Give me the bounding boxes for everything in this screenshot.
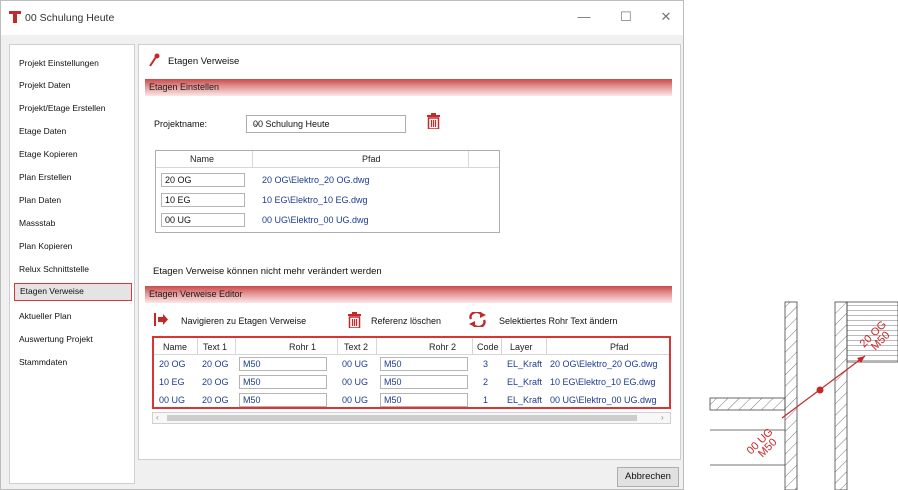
section-etagen-verweise-editor: Etagen Verweise Editor <box>145 286 672 303</box>
swap-icon[interactable] <box>468 312 487 327</box>
app-logo-icon <box>9 11 21 23</box>
sidebar-item-etage-kopieren[interactable]: Etage Kopieren <box>14 145 132 163</box>
ref-text2: 00 UG <box>342 377 369 387</box>
trash-icon[interactable] <box>348 312 361 328</box>
app-window: 00 Schulung Heute — ☐ ✕ Projekt Einstell… <box>0 0 684 490</box>
arrow-right-icon[interactable] <box>154 313 169 326</box>
ref-path: 00 UG\Elektro_00 UG.dwg <box>550 395 657 405</box>
floor-name-input[interactable]: 00 UG <box>161 213 245 227</box>
section-title: Etagen Einstellen <box>149 82 220 92</box>
sidebar-item-projekt-einstellungen[interactable]: Projekt Einstellungen <box>14 54 132 72</box>
column-header-layer: Layer <box>510 342 533 352</box>
ref-text1: 20 OG <box>202 377 229 387</box>
sidebar-item-relux-schnittstelle[interactable]: Relux Schnittstelle <box>14 260 132 278</box>
floor-path: 00 UG\Elektro_00 UG.dwg <box>262 215 369 225</box>
rohr2-input[interactable]: M50 <box>380 357 468 371</box>
cancel-button[interactable]: Abbrechen <box>617 467 679 487</box>
main-panel: Etagen Verweise Etagen Einstellen Projek… <box>138 44 681 460</box>
sidebar-item-massstab[interactable]: Massstab <box>14 214 132 232</box>
ref-name: 20 OG <box>159 359 186 369</box>
sidebar-item-stammdaten[interactable]: Stammdaten <box>14 353 132 371</box>
sidebar-item-plan-erstellen[interactable]: Plan Erstellen <box>14 168 132 186</box>
ref-name: 00 UG <box>159 395 186 405</box>
change-text-button[interactable]: Selektiertes Rohr Text ändern <box>499 316 617 326</box>
ref-code: 3 <box>483 359 489 369</box>
rohr2-input[interactable]: M50 <box>380 393 468 407</box>
rohr1-input[interactable]: M50 <box>239 357 327 371</box>
ref-path: 10 EG\Elektro_10 EG.dwg <box>550 377 656 387</box>
ref-layer: EL_Kraft <box>507 359 543 369</box>
sidebar-item-aktueller-plan[interactable]: Aktueller Plan <box>14 307 132 325</box>
ref-text2: 00 UG <box>342 395 369 405</box>
section-title: Etagen Verweise Editor <box>149 289 243 299</box>
title-bar: 00 Schulung Heute — ☐ ✕ <box>1 1 683 35</box>
sidebar-item-plan-kopieren[interactable]: Plan Kopieren <box>14 237 132 255</box>
sidebar-item-etage-daten[interactable]: Etage Daten <box>14 122 132 140</box>
trash-icon[interactable] <box>427 113 440 129</box>
column-header-name: Name <box>190 154 215 164</box>
sidebar-item-plan-daten[interactable]: Plan Daten <box>14 191 132 209</box>
navigate-button[interactable]: Navigieren zu Etagen Verweise <box>181 316 306 326</box>
close-button[interactable]: ✕ <box>651 7 681 27</box>
column-header-text1: Text 1 <box>203 342 228 352</box>
floors-table: Name Pfad 20 OG 20 OG\Elektro_20 OG.dwg … <box>155 150 500 233</box>
cad-drawing-preview: 20 OG M50 00 UG M50 <box>709 301 898 490</box>
rohr1-input[interactable]: M50 <box>239 393 327 407</box>
rohr2-input[interactable]: M50 <box>380 375 468 389</box>
scrollbar-thumb[interactable] <box>167 415 637 421</box>
info-text: Etagen Verweise können nicht mehr veränd… <box>153 266 382 277</box>
ref-text1: 20 OG <box>202 359 229 369</box>
rohr1-input[interactable]: M50 <box>239 375 327 389</box>
scroll-right-icon[interactable]: › <box>661 413 664 422</box>
ref-name: 10 EG <box>159 377 185 387</box>
sidebar-item-etagen-verweise[interactable]: Etagen Verweise <box>14 283 132 301</box>
references-table: Name Text 1 Rohr 1 Text 2 Rohr 2 Code La… <box>152 336 671 409</box>
page-title: Etagen Verweise <box>168 56 240 67</box>
ref-layer: EL_Kraft <box>507 377 543 387</box>
sidebar-item-auswertung-projekt[interactable]: Auswertung Projekt <box>14 330 132 348</box>
wall-right <box>834 301 848 490</box>
ref-text1: 20 OG <box>202 395 229 405</box>
chevron-down-icon: ⌄ <box>253 119 260 128</box>
horizontal-scrollbar[interactable]: ‹ › <box>152 412 671 424</box>
pin-icon <box>149 53 160 67</box>
window-title: 00 Schulung Heute <box>25 12 115 24</box>
wall-left <box>784 301 798 490</box>
column-header-text2: Text 2 <box>344 342 369 352</box>
column-header-pfad: Pfad <box>362 154 381 164</box>
pipe-node <box>816 386 824 394</box>
ref-text2: 00 UG <box>342 359 369 369</box>
maximize-button[interactable]: ☐ <box>611 7 641 27</box>
ref-code: 1 <box>483 395 489 405</box>
sidebar-item-projekt-daten[interactable]: Projekt Daten <box>14 76 132 94</box>
scroll-left-icon[interactable]: ‹ <box>156 413 159 422</box>
floor-name-input[interactable]: 10 EG <box>161 193 245 207</box>
column-header-code: Code <box>477 342 499 352</box>
floor-path: 20 OG\Elektro_20 OG.dwg <box>262 175 370 185</box>
floor-path: 10 EG\Elektro_10 EG.dwg <box>262 195 368 205</box>
column-header-rohr1: Rohr 1 <box>289 342 317 352</box>
delete-reference-button[interactable]: Referenz löschen <box>371 316 441 326</box>
projektname-label: Projektname: <box>154 119 208 129</box>
wall-horizontal <box>709 397 786 411</box>
sidebar-item-projekt-etage-erstellen[interactable]: Projekt/Etage Erstellen <box>14 99 132 117</box>
section-etagen-einstellen: Etagen Einstellen <box>145 79 672 96</box>
floor-name-input[interactable]: 20 OG <box>161 173 245 187</box>
minimize-button[interactable]: — <box>569 7 599 27</box>
column-header-pfad: Pfad <box>610 342 629 352</box>
column-header-name: Name <box>163 342 188 352</box>
ref-code: 2 <box>483 377 489 387</box>
ref-layer: EL_Kraft <box>507 395 543 405</box>
column-header-rohr2: Rohr 2 <box>429 342 457 352</box>
sidebar-nav: Projekt Einstellungen Projekt Daten Proj… <box>9 44 135 484</box>
ref-path: 20 OG\Elektro_20 OG.dwg <box>550 359 658 369</box>
projektname-select[interactable]: 00 Schulung Heute ⌄ <box>246 115 406 133</box>
